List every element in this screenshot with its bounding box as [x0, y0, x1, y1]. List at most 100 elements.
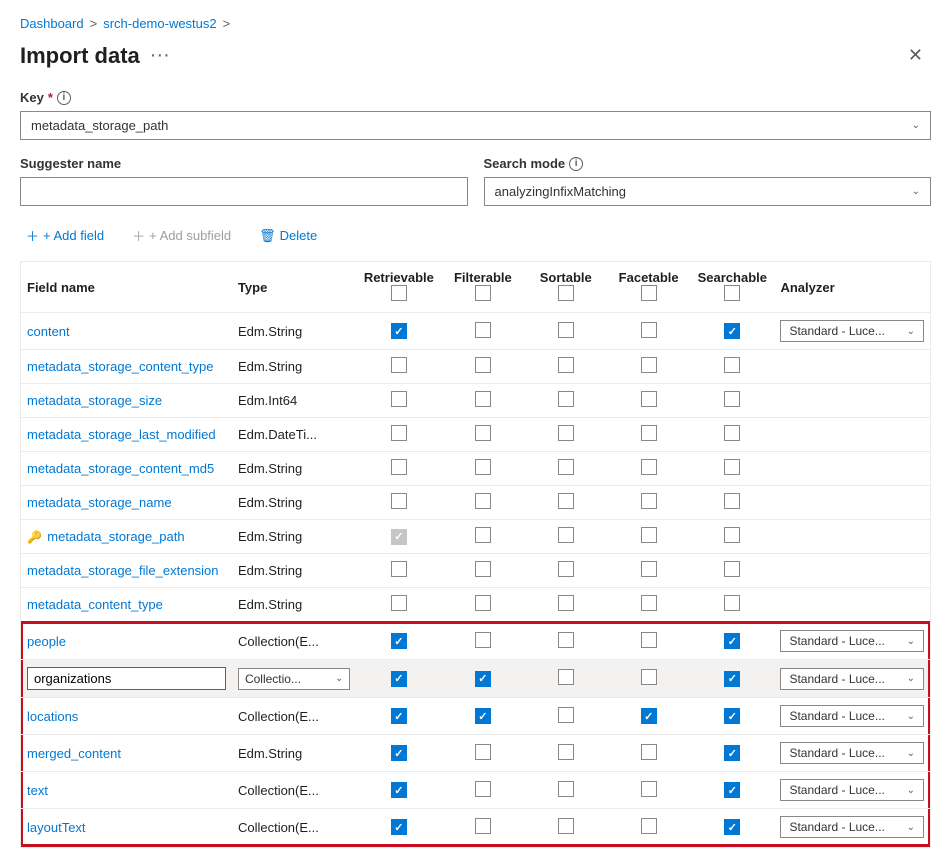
filterable-checkbox[interactable] — [475, 632, 491, 648]
analyzer-select[interactable]: Standard - Luce...⌄ — [780, 816, 924, 838]
retrievable-checkbox[interactable] — [391, 671, 407, 687]
suggester-input[interactable] — [20, 177, 468, 206]
sortable-all-checkbox[interactable] — [558, 285, 574, 301]
field-name-link[interactable]: layoutText — [27, 820, 86, 835]
filterable-checkbox[interactable] — [475, 708, 491, 724]
breadcrumb-service[interactable]: srch-demo-westus2 — [103, 16, 216, 31]
sortable-checkbox[interactable] — [558, 493, 574, 509]
facetable-checkbox[interactable] — [641, 322, 657, 338]
searchable-checkbox[interactable] — [724, 671, 740, 687]
retrievable-checkbox[interactable] — [391, 745, 407, 761]
field-name-link[interactable]: locations — [27, 709, 78, 724]
retrievable-checkbox[interactable] — [391, 425, 407, 441]
delete-button[interactable]: 🗑 Delete — [253, 224, 323, 248]
sortable-checkbox[interactable] — [558, 707, 574, 723]
search-mode-select[interactable]: analyzingInfixMatching ⌄ — [484, 177, 932, 206]
field-name-link[interactable]: people — [27, 634, 66, 649]
field-name-link[interactable]: metadata_storage_content_md5 — [27, 461, 214, 476]
searchable-checkbox[interactable] — [724, 459, 740, 475]
filterable-checkbox[interactable] — [475, 527, 491, 543]
retrievable-checkbox[interactable] — [391, 561, 407, 577]
facetable-checkbox[interactable] — [641, 781, 657, 797]
retrievable-checkbox[interactable] — [391, 391, 407, 407]
sortable-checkbox[interactable] — [558, 669, 574, 685]
sortable-checkbox[interactable] — [558, 391, 574, 407]
retrievable-all-checkbox[interactable] — [391, 285, 407, 301]
facetable-checkbox[interactable] — [641, 527, 657, 543]
searchable-checkbox[interactable] — [724, 391, 740, 407]
filterable-checkbox[interactable] — [475, 493, 491, 509]
searchable-checkbox[interactable] — [724, 819, 740, 835]
analyzer-select[interactable]: Standard - Luce...⌄ — [780, 742, 924, 764]
key-select[interactable]: metadata_storage_path ⌄ — [20, 111, 931, 140]
sortable-checkbox[interactable] — [558, 818, 574, 834]
filterable-checkbox[interactable] — [475, 459, 491, 475]
retrievable-checkbox[interactable] — [391, 323, 407, 339]
close-button[interactable]: ✕ — [900, 41, 931, 70]
sortable-checkbox[interactable] — [558, 527, 574, 543]
add-subfield-button[interactable]: ＋ + Add subfield — [126, 222, 237, 249]
search-mode-info-icon[interactable]: i — [569, 157, 583, 171]
retrievable-checkbox[interactable] — [391, 459, 407, 475]
retrievable-checkbox[interactable] — [391, 595, 407, 611]
filterable-checkbox[interactable] — [475, 744, 491, 760]
retrievable-checkbox[interactable] — [391, 819, 407, 835]
searchable-checkbox[interactable] — [724, 527, 740, 543]
searchable-checkbox[interactable] — [724, 595, 740, 611]
field-name-link[interactable]: metadata_storage_file_extension — [27, 563, 219, 578]
more-options-button[interactable]: ··· — [150, 44, 170, 67]
facetable-checkbox[interactable] — [641, 669, 657, 685]
key-info-icon[interactable]: i — [57, 91, 71, 105]
analyzer-select[interactable]: Standard - Luce...⌄ — [780, 779, 924, 801]
field-name-link[interactable]: text — [27, 783, 48, 798]
filterable-checkbox[interactable] — [475, 595, 491, 611]
filterable-checkbox[interactable] — [475, 671, 491, 687]
analyzer-select[interactable]: Standard - Luce...⌄ — [780, 705, 924, 727]
filterable-checkbox[interactable] — [475, 322, 491, 338]
searchable-checkbox[interactable] — [724, 745, 740, 761]
type-select[interactable]: Collectio...⌄ — [238, 668, 350, 690]
searchable-checkbox[interactable] — [724, 708, 740, 724]
sortable-checkbox[interactable] — [558, 632, 574, 648]
retrievable-checkbox[interactable] — [391, 633, 407, 649]
sortable-checkbox[interactable] — [558, 357, 574, 373]
searchable-checkbox[interactable] — [724, 357, 740, 373]
facetable-checkbox[interactable] — [641, 744, 657, 760]
facetable-checkbox[interactable] — [641, 357, 657, 373]
field-name-input[interactable] — [27, 667, 226, 690]
facetable-checkbox[interactable] — [641, 561, 657, 577]
analyzer-select[interactable]: Standard - Luce...⌄ — [780, 630, 924, 652]
searchable-checkbox[interactable] — [724, 633, 740, 649]
filterable-checkbox[interactable] — [475, 425, 491, 441]
retrievable-checkbox[interactable] — [391, 493, 407, 509]
sortable-checkbox[interactable] — [558, 459, 574, 475]
field-name-link[interactable]: metadata_storage_path — [47, 529, 184, 544]
filterable-checkbox[interactable] — [475, 781, 491, 797]
facetable-checkbox[interactable] — [641, 818, 657, 834]
field-name-link[interactable]: metadata_content_type — [27, 597, 163, 612]
filterable-checkbox[interactable] — [475, 391, 491, 407]
sortable-checkbox[interactable] — [558, 425, 574, 441]
searchable-checkbox[interactable] — [724, 782, 740, 798]
add-field-button[interactable]: ＋ + Add field — [20, 222, 110, 249]
retrievable-checkbox[interactable] — [391, 529, 407, 545]
facetable-checkbox[interactable] — [641, 391, 657, 407]
breadcrumb-dashboard[interactable]: Dashboard — [20, 16, 84, 31]
facetable-checkbox[interactable] — [641, 708, 657, 724]
filterable-checkbox[interactable] — [475, 818, 491, 834]
facetable-checkbox[interactable] — [641, 425, 657, 441]
filterable-all-checkbox[interactable] — [475, 285, 491, 301]
retrievable-checkbox[interactable] — [391, 782, 407, 798]
analyzer-select[interactable]: Standard - Luce...⌄ — [780, 668, 924, 690]
facetable-checkbox[interactable] — [641, 595, 657, 611]
field-name-link[interactable]: metadata_storage_content_type — [27, 359, 213, 374]
facetable-all-checkbox[interactable] — [641, 285, 657, 301]
retrievable-checkbox[interactable] — [391, 357, 407, 373]
retrievable-checkbox[interactable] — [391, 708, 407, 724]
field-name-link[interactable]: metadata_storage_last_modified — [27, 427, 216, 442]
facetable-checkbox[interactable] — [641, 493, 657, 509]
sortable-checkbox[interactable] — [558, 595, 574, 611]
sortable-checkbox[interactable] — [558, 744, 574, 760]
facetable-checkbox[interactable] — [641, 632, 657, 648]
field-name-link[interactable]: metadata_storage_size — [27, 393, 162, 408]
